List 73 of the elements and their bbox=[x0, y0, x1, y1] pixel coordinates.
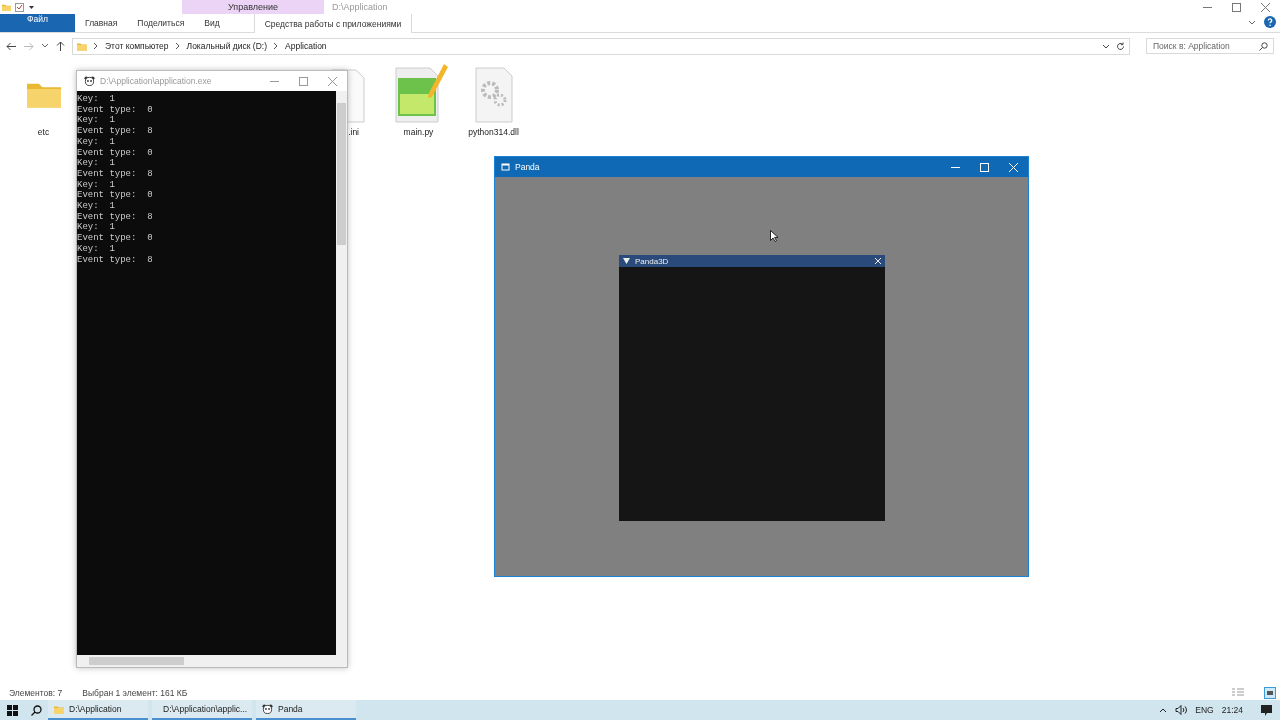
console-line: Key: 1 bbox=[77, 158, 116, 169]
dropdown-icon[interactable] bbox=[28, 3, 35, 11]
console-line: Key: 1 bbox=[77, 136, 116, 148]
console-line: Key: 1 bbox=[77, 179, 116, 191]
console-line: Key: 1 bbox=[77, 243, 116, 255]
horizontal-scrollbar[interactable] bbox=[77, 655, 347, 667]
taskbar-button[interactable]: Panda bbox=[256, 700, 356, 720]
console-line: Key: 1 bbox=[77, 94, 116, 105]
console-line: Event type: 8 bbox=[77, 254, 154, 266]
chevron-icon bbox=[174, 42, 181, 50]
clock[interactable]: 21:24 bbox=[1221, 705, 1243, 715]
close-icon[interactable] bbox=[1261, 3, 1270, 12]
status-text: Выбран 1 элемент: 161 КБ bbox=[82, 687, 188, 698]
ribbon-tab[interactable]: Главная bbox=[75, 14, 128, 32]
console-line: Event type: 8 bbox=[77, 211, 154, 223]
large-icons-view-icon[interactable] bbox=[1264, 686, 1276, 699]
ribbon-tab[interactable]: Вид bbox=[194, 14, 230, 32]
console-line: Event type: 0 bbox=[77, 104, 154, 116]
up-icon[interactable] bbox=[56, 41, 65, 51]
console-line: Event type: 8 bbox=[77, 168, 154, 180]
breadcrumb[interactable]: Локальный диск (D:) bbox=[186, 41, 267, 51]
status-text: Элементов: 7 bbox=[9, 687, 63, 698]
app-icon bbox=[501, 163, 510, 171]
window-title: Panda bbox=[515, 162, 541, 172]
search-field[interactable]: Поиск в: Application bbox=[1146, 38, 1274, 54]
folder-icon bbox=[54, 704, 64, 714]
cursor-icon bbox=[770, 230, 778, 242]
maximize-icon[interactable] bbox=[1232, 3, 1241, 12]
panda-icon bbox=[84, 76, 95, 86]
vertical-scrollbar[interactable] bbox=[336, 91, 347, 655]
refresh-icon[interactable] bbox=[1116, 41, 1125, 51]
console-line: Event type: 0 bbox=[77, 190, 154, 202]
folder-icon bbox=[77, 41, 87, 51]
console-line: Event type: 0 bbox=[77, 233, 154, 244]
back-icon[interactable] bbox=[6, 41, 16, 51]
collapse-icon[interactable] bbox=[623, 258, 630, 264]
breadcrumb[interactable]: Этот компьютер bbox=[105, 41, 169, 51]
console-line: Key: 1 bbox=[77, 115, 116, 127]
maximize-icon[interactable] bbox=[299, 76, 308, 86]
recent-dropdown-icon[interactable] bbox=[42, 44, 48, 48]
chevron-up-icon[interactable] bbox=[1159, 707, 1168, 713]
file-tab[interactable]: Файл bbox=[0, 14, 75, 32]
properties-icon[interactable] bbox=[15, 2, 24, 12]
taskbar-button[interactable]: D:\Application bbox=[48, 700, 148, 720]
chevron-icon bbox=[273, 42, 279, 50]
help-icon[interactable] bbox=[1264, 16, 1276, 28]
window-title: D:\Application\application.exe bbox=[100, 76, 213, 86]
file-name[interactable]: .ini bbox=[348, 127, 359, 137]
file-name[interactable]: python314.dll bbox=[468, 127, 519, 137]
folder-icon bbox=[2, 2, 11, 12]
dropdown-icon[interactable] bbox=[1102, 43, 1110, 49]
search-icon[interactable] bbox=[30, 704, 42, 716]
file-name[interactable]: etc bbox=[37, 127, 50, 137]
console-line: Event type: 0 bbox=[77, 147, 154, 159]
contextual-tab-group: Управление bbox=[182, 0, 324, 14]
breadcrumb[interactable]: Application bbox=[285, 41, 327, 51]
chevron-icon bbox=[93, 42, 99, 50]
address-bar[interactable]: Этот компьютер Локальный диск (D:) Application bbox=[72, 37, 1130, 55]
taskbar-button[interactable]: D:\Application\applic... bbox=[152, 700, 252, 720]
inner-window-title: Panda3D bbox=[635, 256, 670, 266]
file-name[interactable]: main.py bbox=[403, 127, 434, 137]
console-line: Key: 1 bbox=[77, 201, 116, 212]
search-icon bbox=[1259, 41, 1268, 51]
speaker-icon[interactable] bbox=[1175, 705, 1188, 715]
start-icon[interactable] bbox=[6, 704, 18, 716]
console-line: Key: 1 bbox=[77, 222, 116, 234]
window-title: D:\Application bbox=[332, 2, 388, 12]
expand-ribbon-icon[interactable] bbox=[1248, 19, 1256, 27]
panda-icon bbox=[262, 704, 273, 714]
ribbon-tab[interactable]: Поделиться bbox=[127, 14, 195, 32]
console-line: Event type: 8 bbox=[77, 126, 154, 137]
notification-icon[interactable] bbox=[1261, 704, 1272, 716]
language-indicator[interactable]: ENG bbox=[1195, 705, 1214, 715]
